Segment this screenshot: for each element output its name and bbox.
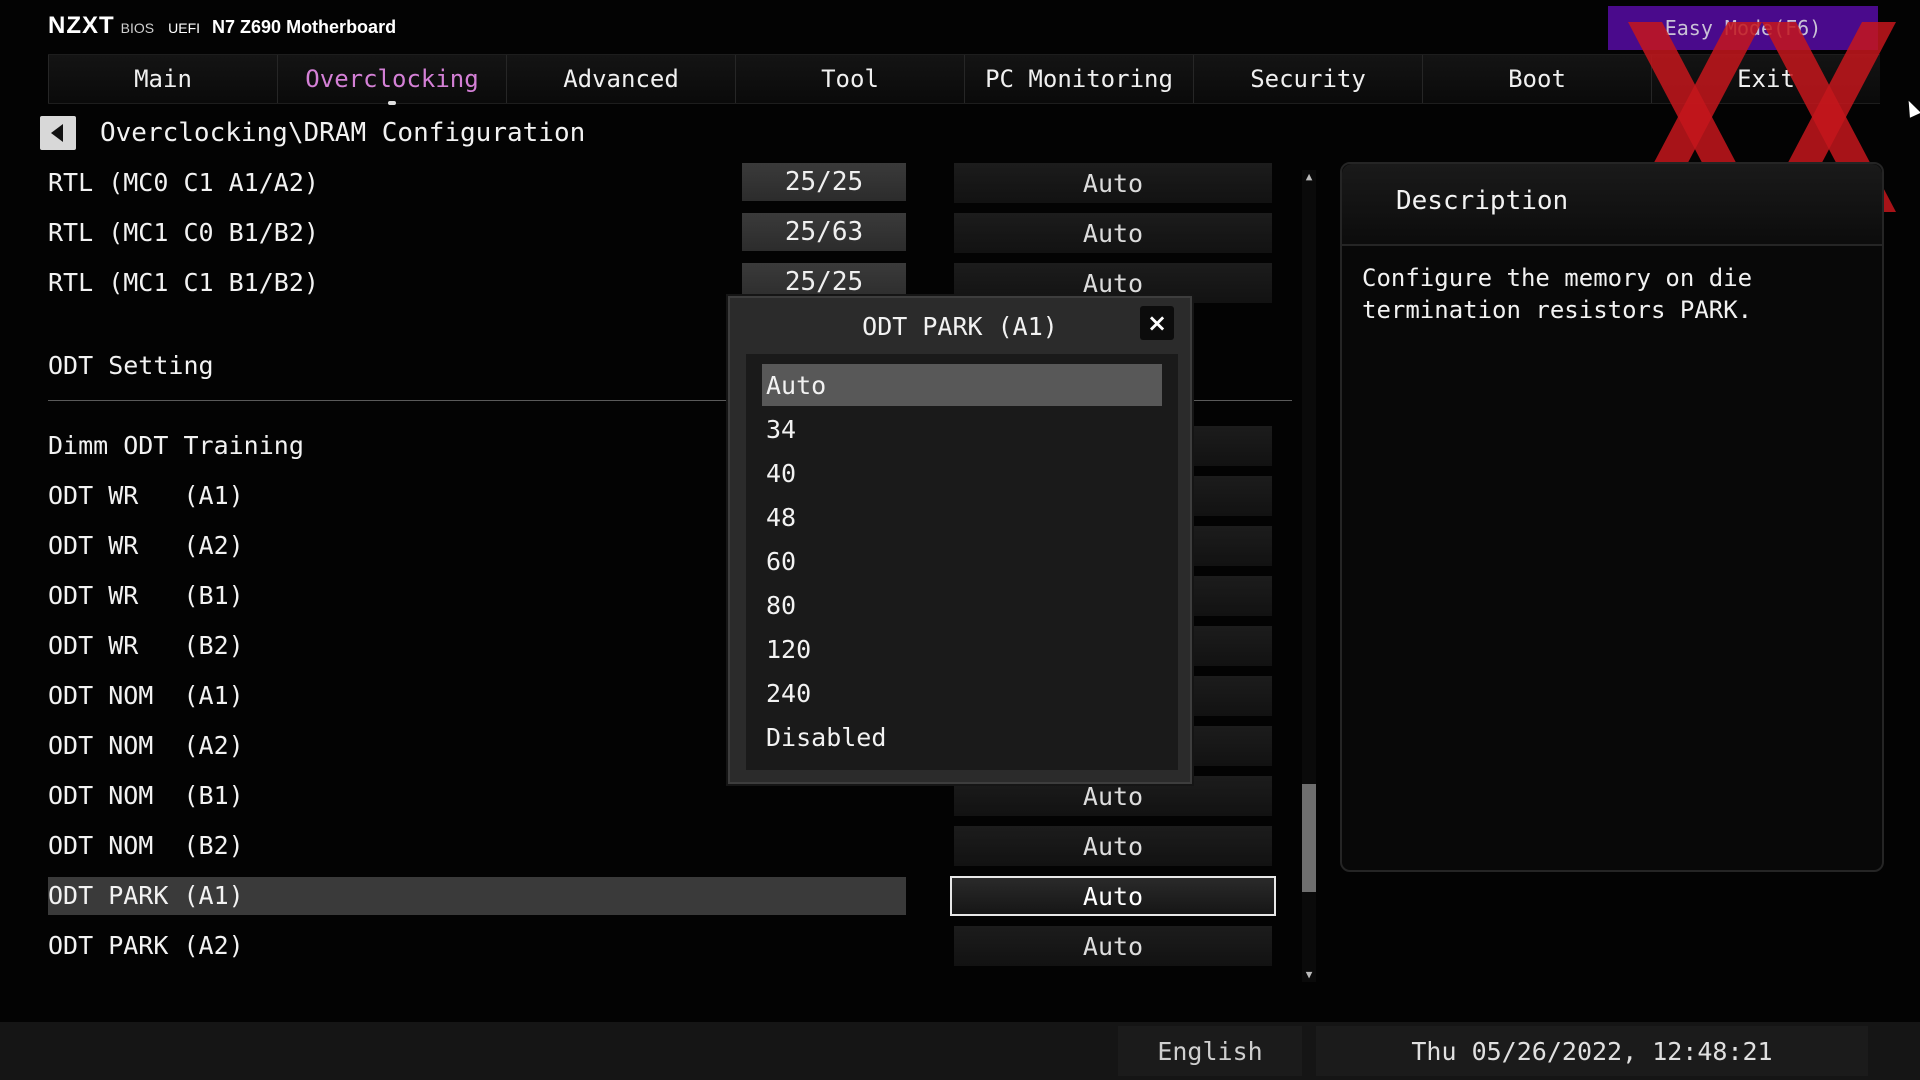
popup-option-selected[interactable]: Auto <box>762 364 1162 406</box>
description-panel: Description Configure the memory on die … <box>1340 162 1884 872</box>
scrollbar-thumb[interactable] <box>1302 784 1316 892</box>
odt-row-label[interactable]: ODT WR (B2) <box>48 628 244 664</box>
breadcrumb: Overclocking\DRAM Configuration <box>100 118 586 148</box>
option-popup: ODT PARK (A1) × Auto 34 40 48 60 80 120 … <box>728 296 1192 784</box>
datetime-display: Thu 05/26/2022, 12:48:21 <box>1316 1026 1868 1076</box>
odt-row-label[interactable]: ODT NOM (A1) <box>48 678 244 714</box>
odt-row-label[interactable]: ODT WR (A2) <box>48 528 244 564</box>
section-heading: ODT Setting <box>48 351 214 380</box>
close-icon[interactable]: × <box>1140 306 1174 340</box>
tab-tool[interactable]: Tool <box>735 55 964 103</box>
rtl-current-value: 25/25 <box>742 163 906 201</box>
rtl-current-value: 25/63 <box>742 213 906 251</box>
tab-overclocking[interactable]: Overclocking <box>277 55 506 105</box>
odt-row-label[interactable]: ODT WR (A1) <box>48 478 244 514</box>
description-text: Configure the memory on die termination … <box>1362 264 1753 324</box>
odt-row-label[interactable]: ODT NOM (A2) <box>48 728 244 764</box>
tab-boot[interactable]: Boot <box>1422 55 1651 103</box>
popup-option-list: Auto 34 40 48 60 80 120 240 Disabled <box>746 354 1178 770</box>
rtl-setting-value[interactable]: Auto <box>954 213 1272 253</box>
odt-row-label[interactable]: ODT WR (B1) <box>48 578 244 614</box>
main-tabs: Main Overclocking Advanced Tool PC Monit… <box>48 54 1880 105</box>
odt-setting-value[interactable]: Auto <box>954 826 1272 866</box>
rtl-row-label[interactable]: RTL (MC1 C1 B1/B2) <box>48 265 319 301</box>
back-arrow-icon <box>50 124 63 142</box>
description-title: Description <box>1396 186 1569 216</box>
tab-exit[interactable]: Exit <box>1651 55 1880 103</box>
tab-security[interactable]: Security <box>1193 55 1422 103</box>
easy-mode-button[interactable]: Easy Mode(F6) <box>1608 6 1878 50</box>
popup-option[interactable]: 80 <box>762 584 1162 626</box>
odt-setting-value[interactable]: Auto <box>954 926 1272 966</box>
popup-title: ODT PARK (A1) <box>862 312 1058 341</box>
odt-row-label[interactable]: ODT PARK (A2) <box>48 928 244 964</box>
back-button[interactable] <box>40 116 76 150</box>
popup-option[interactable]: 40 <box>762 452 1162 494</box>
brand-header: NZXT BIOS UEFI N7 Z690 Motherboard <box>48 12 396 40</box>
popup-option[interactable]: 240 <box>762 672 1162 714</box>
odt-row-label[interactable]: ODT NOM (B2) <box>48 828 244 864</box>
language-button[interactable]: English <box>1118 1026 1302 1076</box>
bios-label: BIOS <box>120 20 155 36</box>
popup-option[interactable]: 60 <box>762 540 1162 582</box>
rtl-row-label[interactable]: RTL (MC1 C0 B1/B2) <box>48 215 319 251</box>
odt-row-label[interactable]: Dimm ODT Training <box>48 428 304 464</box>
rtl-setting-value[interactable]: Auto <box>954 163 1272 203</box>
nzxt-logo: NZXT <box>48 12 115 39</box>
scroll-up-icon[interactable]: ▲ <box>1302 170 1316 184</box>
uefi-label: UEFI <box>168 20 201 36</box>
odt-setting-value-selected[interactable]: Auto <box>950 876 1276 916</box>
tab-advanced[interactable]: Advanced <box>506 55 735 103</box>
model-name: N7 Z690 Motherboard <box>212 17 397 37</box>
popup-option[interactable]: 48 <box>762 496 1162 538</box>
popup-option[interactable]: Disabled <box>762 716 1162 758</box>
tab-main[interactable]: Main <box>48 55 277 103</box>
tab-pc-monitoring[interactable]: PC Monitoring <box>964 55 1193 103</box>
odt-row-label-selected[interactable]: ODT PARK (A1) <box>48 878 244 914</box>
description-header: Description <box>1342 164 1882 246</box>
popup-option[interactable]: 120 <box>762 628 1162 670</box>
mouse-cursor-icon <box>1903 98 1920 118</box>
popup-option[interactable]: 34 <box>762 408 1162 450</box>
scroll-down-icon[interactable]: ▼ <box>1302 968 1316 982</box>
rtl-row-label[interactable]: RTL (MC0 C1 A1/A2) <box>48 165 319 201</box>
odt-row-label[interactable]: ODT NOM (B1) <box>48 778 244 814</box>
